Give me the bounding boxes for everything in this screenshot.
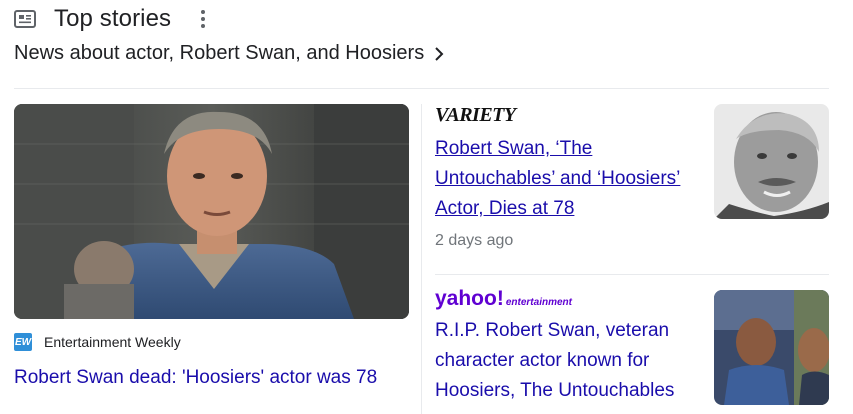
divider: [435, 274, 829, 275]
story-card-variety[interactable]: VARIETY Robert Swan, ‘The Untouchables’ …: [435, 104, 829, 250]
yahoo-logo-text: yahoo!: [435, 287, 504, 310]
story-card-main[interactable]: EW Entertainment Weekly Robert Swan dead…: [14, 104, 409, 391]
column-divider: [421, 104, 422, 414]
story-headline-yahoo[interactable]: R.I.P. Robert Swan, veteran character ac…: [435, 316, 695, 406]
yahoo-logo-sub: entertainment: [505, 297, 572, 308]
divider: [14, 88, 829, 89]
story-time: 2 days ago: [435, 232, 514, 249]
story-thumbnail-yahoo[interactable]: [714, 290, 829, 405]
chevron-right-icon: [435, 46, 444, 61]
movie-still: [714, 290, 829, 405]
topic-label: News about actor, Robert Swan, and Hoosi…: [14, 42, 425, 64]
story-thumbnail-variety[interactable]: [714, 104, 829, 219]
newspaper-icon: [14, 10, 36, 28]
topic-link[interactable]: News about actor, Robert Swan, and Hoosi…: [14, 42, 444, 65]
more-vert-icon[interactable]: [201, 10, 206, 28]
source-row: EW Entertainment Weekly: [14, 333, 409, 351]
page-title: Top stories: [54, 5, 172, 32]
actor-photo: [14, 104, 409, 319]
story-card-yahoo[interactable]: yahoo! entertainment R.I.P. Robert Swan, …: [435, 288, 829, 406]
story-headline-main[interactable]: Robert Swan dead: 'Hoosiers' actor was 7…: [14, 365, 409, 391]
top-stories-header: Top stories: [14, 4, 206, 34]
story-image-main[interactable]: [14, 104, 409, 319]
actor-portrait: [714, 104, 829, 219]
ew-logo-icon: EW: [14, 333, 32, 351]
source-name: Entertainment Weekly: [44, 334, 181, 350]
story-headline-variety[interactable]: Robert Swan, ‘The Untouchables’ and ‘Hoo…: [435, 134, 695, 224]
